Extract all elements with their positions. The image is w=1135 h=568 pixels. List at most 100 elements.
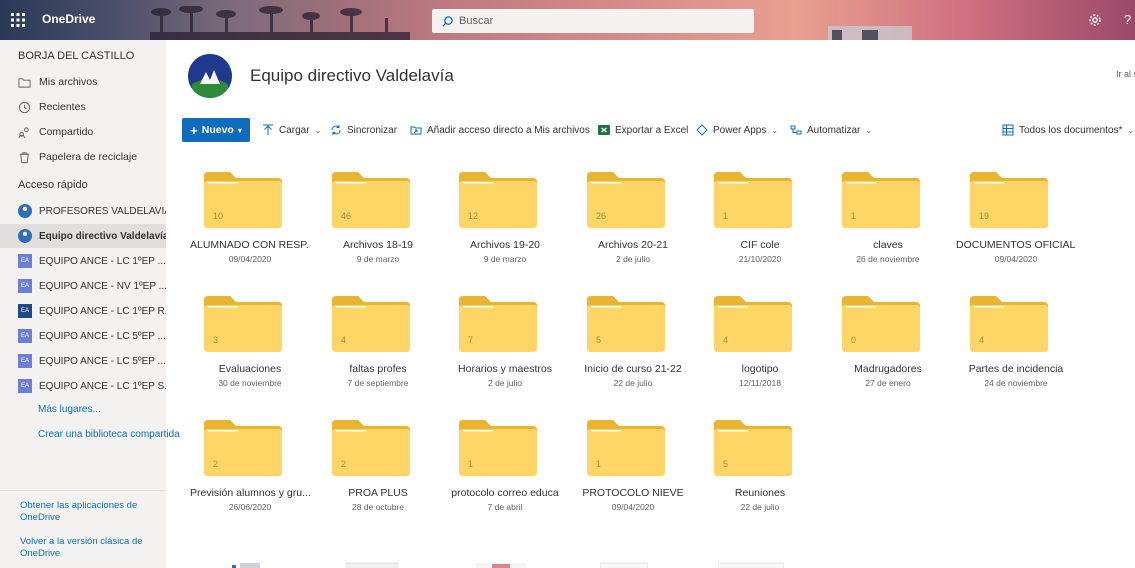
file-thumbnail[interactable] — [599, 558, 649, 568]
upload-button[interactable]: Cargar ⌄ — [262, 118, 321, 142]
folder-tile[interactable]: 4 faltas profes 7 de septiembre — [318, 296, 444, 406]
folder-name[interactable]: claves — [828, 239, 948, 251]
file-thumbnail[interactable] — [476, 558, 526, 568]
quick-item-label: EQUIPO ANCE - LC 1ºEP S... — [39, 380, 166, 392]
quick-item-label: Equipo directivo Valdelavía — [39, 230, 166, 242]
folder-tile[interactable]: 4 Partes de incidencia 24 de noviembre — [956, 296, 1082, 406]
folder-name[interactable]: Partes de incidencia — [956, 363, 1076, 375]
folder-modified-date: 24 de noviembre — [984, 378, 1048, 388]
folder-name[interactable]: Horarios y maestros — [445, 363, 565, 375]
quick-item-ance-2[interactable]: EA EQUIPO ANCE - NV 1ºEP ... — [0, 274, 166, 298]
folder-modified-date: 26/06/2020 — [228, 502, 272, 512]
folder-name[interactable]: DOCUMENTOS OFICIAL... — [956, 239, 1076, 251]
folder-name[interactable]: Archivos 19-20 — [445, 239, 565, 251]
export-excel-button[interactable]: Exportar a Excel — [598, 118, 688, 142]
automate-button[interactable]: Automatizar ⌄ — [790, 118, 872, 142]
help-icon[interactable]: ? — [1124, 12, 1131, 27]
upload-icon — [263, 124, 273, 135]
quick-item-ance-4[interactable]: EA EQUIPO ANCE - LC 5ºEP ... — [0, 324, 166, 348]
folder-name[interactable]: ALUMNADO CON RESP... — [190, 239, 310, 251]
nav-shared[interactable]: Compartido — [0, 120, 166, 144]
nav-label: Mis archivos — [39, 76, 98, 88]
settings-gear-icon[interactable] — [1088, 13, 1102, 27]
folder-name[interactable]: Archivos 20-21 — [573, 239, 693, 251]
folder-modified-date: 30 de noviembre — [218, 378, 282, 388]
folder-tile[interactable]: 0 Madrugadores 27 de enero — [828, 296, 954, 406]
folder-tile[interactable]: 1 PROTOCOLO NIEVE 09/04/2020 — [573, 420, 699, 530]
file-thumbnail[interactable] — [228, 558, 268, 568]
file-thumbnail[interactable] — [345, 558, 399, 568]
view-selector[interactable]: Todos los documentos* ⌄ — [1002, 118, 1134, 142]
app-launcher-button[interactable] — [0, 0, 36, 40]
share-icon — [18, 126, 29, 138]
folder-name[interactable]: Reuniones — [700, 487, 820, 499]
nav-my-files[interactable]: Mis archivos — [0, 70, 166, 94]
folder-name[interactable]: PROA PLUS — [318, 487, 438, 499]
sync-icon — [331, 125, 341, 135]
file-thumbnail[interactable] — [717, 558, 785, 568]
folder-name[interactable]: protocolo correo educa — [445, 487, 565, 499]
folder-name[interactable]: logotipo — [700, 363, 820, 375]
folder-name[interactable]: CIF cole — [700, 239, 820, 251]
new-button-label: Nuevo — [201, 124, 234, 136]
folder-tile[interactable]: 10 ALUMNADO CON RESP... 09/04/2020 — [190, 172, 316, 282]
site-avatar — [18, 229, 32, 243]
go-to-site-link[interactable]: Ir al s — [1116, 69, 1135, 79]
nav-recent[interactable]: Recientes — [0, 95, 166, 119]
folder-name[interactable]: Madrugadores — [828, 363, 948, 375]
app-brand[interactable]: OneDrive — [42, 12, 95, 26]
waffle-icon — [11, 13, 25, 27]
new-button[interactable]: + Nuevo ▾ — [182, 118, 250, 142]
add-shortcut-button[interactable]: Añadir acceso directo a Mis archivos — [410, 118, 590, 142]
folder-modified-date: 09/04/2020 — [994, 254, 1038, 264]
folder-tile[interactable]: 1 claves 26 de noviembre — [828, 172, 954, 282]
folder-tile[interactable]: 46 Archivos 18-19 9 de marzo — [318, 172, 444, 282]
folder-name[interactable]: faltas profes — [318, 363, 438, 375]
quick-item-ance-3[interactable]: EA EQUIPO ANCE - LC 1ºEP R... — [0, 299, 166, 323]
folder-tile[interactable]: 5 Inicio de curso 21-22 22 de julio — [573, 296, 699, 406]
quick-item-ance-1[interactable]: EA EQUIPO ANCE - LC 1ºEP ... — [0, 249, 166, 273]
folder-tile[interactable]: 1 protocolo correo educa 7 de abril — [445, 420, 571, 530]
quick-item-profesores[interactable]: PROFESORES VALDELAVIA — [0, 199, 166, 223]
quick-item-equipo-directivo[interactable]: Equipo directivo Valdelavía — [0, 224, 166, 248]
folder-tile[interactable]: 1 CIF cole 21/10/2020 — [700, 172, 826, 282]
folder-tile[interactable]: 2 Previsión alumnos y gru... 26/06/2020 — [190, 420, 316, 530]
folder-name[interactable]: Previsión alumnos y gru... — [190, 487, 310, 499]
site-badge: EA — [18, 329, 32, 343]
folder-tile[interactable]: 26 Archivos 20-21 2 de julio — [573, 172, 699, 282]
folder-item-count: 26 — [596, 211, 607, 221]
power-apps-label: Power Apps — [713, 124, 767, 136]
folder-tile[interactable]: 12 Archivos 19-20 9 de marzo — [445, 172, 571, 282]
site-badge: EA — [18, 304, 32, 318]
sync-button[interactable]: Sincronizar — [330, 118, 397, 142]
folder-tile[interactable]: 7 Horarios y maestros 2 de julio — [445, 296, 571, 406]
power-apps-icon — [696, 124, 708, 136]
excel-icon — [598, 125, 610, 135]
create-library-link[interactable]: Crear una biblioteca compartida — [38, 429, 180, 440]
nav-recycle-bin[interactable]: Papelera de reciclaje — [0, 145, 166, 169]
power-apps-button[interactable]: Power Apps ⌄ — [696, 118, 778, 142]
folder-tile[interactable]: 5 Reuniones 22 de julio — [700, 420, 826, 530]
folder-tile[interactable]: 3 Evaluaciones 30 de noviembre — [190, 296, 316, 406]
classic-view-link[interactable]: Volver a la versión clásica de OneDrive — [20, 536, 155, 560]
header-tower-image — [828, 26, 912, 40]
folder-item-count: 2 — [213, 459, 219, 469]
folder-modified-date: 9 de marzo — [356, 254, 400, 264]
sync-label: Sincronizar — [347, 124, 398, 136]
search-input[interactable]: Buscar — [459, 15, 493, 27]
folder-name[interactable]: Evaluaciones — [190, 363, 310, 375]
search-box[interactable]: Buscar — [432, 9, 754, 33]
folder-name[interactable]: Archivos 18-19 — [318, 239, 438, 251]
quick-item-ance-6[interactable]: EA EQUIPO ANCE - LC 1ºEP S... — [0, 374, 166, 398]
folder-tile[interactable]: 19 DOCUMENTOS OFICIAL... 09/04/2020 — [956, 172, 1082, 282]
folder-name[interactable]: Inicio de curso 21-22 — [573, 363, 693, 375]
folder-tile[interactable]: 2 PROA PLUS 28 de octubre — [318, 420, 444, 530]
folder-modified-date: 7 de septiembre — [347, 378, 409, 388]
folder-tile[interactable]: 4 logotipo 12/11/2018 — [700, 296, 826, 406]
plus-icon: + — [190, 122, 198, 138]
folder-modified-date: 22 de julio — [613, 378, 653, 388]
folder-name[interactable]: PROTOCOLO NIEVE — [573, 487, 693, 499]
quick-item-ance-5[interactable]: EA EQUIPO ANCE - LC 5ºEP ... — [0, 349, 166, 373]
get-apps-link[interactable]: Obtener las aplicaciones de OneDrive — [20, 500, 155, 524]
more-places-link[interactable]: Más lugares... — [38, 404, 101, 415]
